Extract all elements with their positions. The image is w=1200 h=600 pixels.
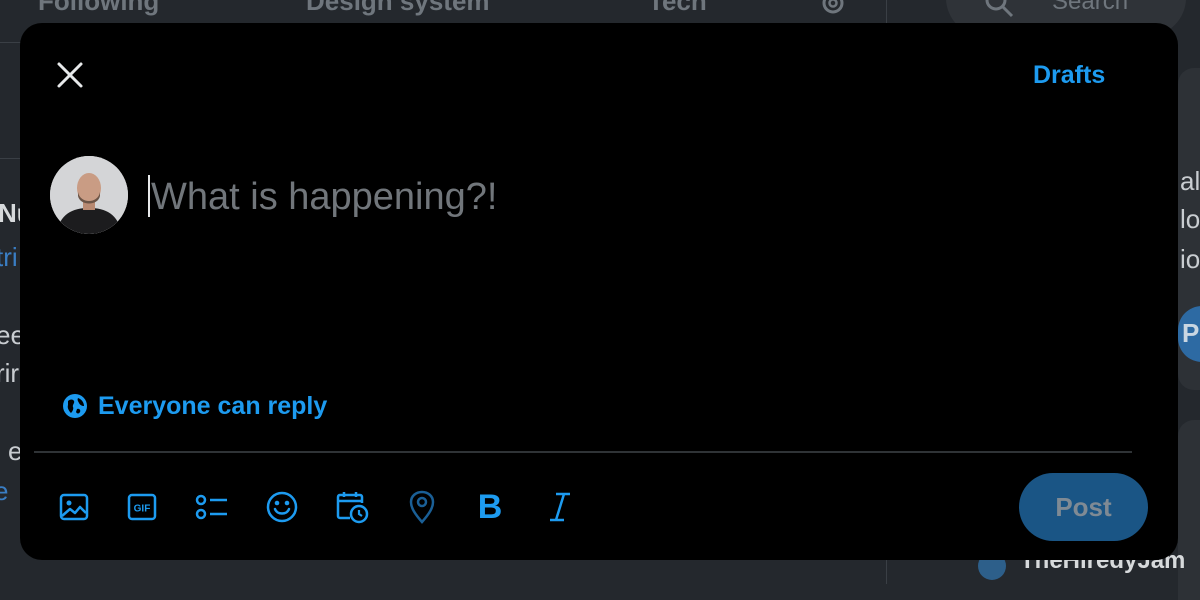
poll-button[interactable]	[192, 487, 232, 527]
location-icon	[409, 490, 435, 524]
emoji-icon	[266, 491, 298, 523]
text-cursor	[148, 175, 150, 217]
gear-icon	[822, 0, 844, 14]
background-fragment: lo	[1180, 204, 1200, 234]
globe-icon	[63, 394, 87, 418]
user-avatar-image	[50, 156, 128, 234]
avatar[interactable]	[50, 156, 128, 234]
bold-icon: B	[477, 488, 503, 526]
drafts-button[interactable]: Drafts	[1033, 61, 1105, 90]
media-button[interactable]	[54, 487, 94, 527]
toolbar-divider	[34, 451, 1132, 453]
schedule-button[interactable]	[332, 487, 372, 527]
location-button[interactable]	[402, 487, 442, 527]
gif-button[interactable]: GIF	[122, 487, 162, 527]
background-fragment: rir	[0, 358, 20, 388]
svg-text:GIF: GIF	[134, 504, 151, 515]
search-icon	[985, 0, 1014, 18]
close-button[interactable]	[50, 55, 90, 95]
background-fragment: al l	[1180, 166, 1200, 196]
italic-icon	[550, 492, 570, 522]
poll-icon	[195, 494, 227, 520]
bold-button[interactable]: B	[470, 487, 510, 527]
compose-input[interactable]	[151, 169, 1111, 225]
background-fragment: e	[0, 476, 9, 506]
background-fragment: Pr	[1182, 318, 1200, 348]
emoji-button[interactable]	[262, 487, 302, 527]
reply-setting-label: Everyone can reply	[98, 391, 328, 420]
image-icon	[59, 493, 89, 521]
background-tab-tech: Tech	[648, 0, 707, 16]
post-button[interactable]: Post	[1019, 473, 1148, 541]
compose-modal: Drafts Everyone can reply	[20, 23, 1178, 560]
background-fragment: io	[1180, 244, 1200, 274]
background-fragment: tri	[0, 242, 18, 272]
gif-icon: GIF	[127, 493, 157, 521]
close-icon	[57, 62, 83, 88]
reply-setting-button[interactable]: Everyone can reply	[62, 389, 327, 423]
background-tab-following: Following	[38, 0, 160, 16]
background-tab-design-system: Design system	[306, 0, 490, 16]
italic-button[interactable]	[540, 487, 580, 527]
background-divider	[0, 158, 20, 159]
schedule-icon	[336, 492, 369, 524]
background-search-placeholder: Search	[1052, 0, 1129, 15]
